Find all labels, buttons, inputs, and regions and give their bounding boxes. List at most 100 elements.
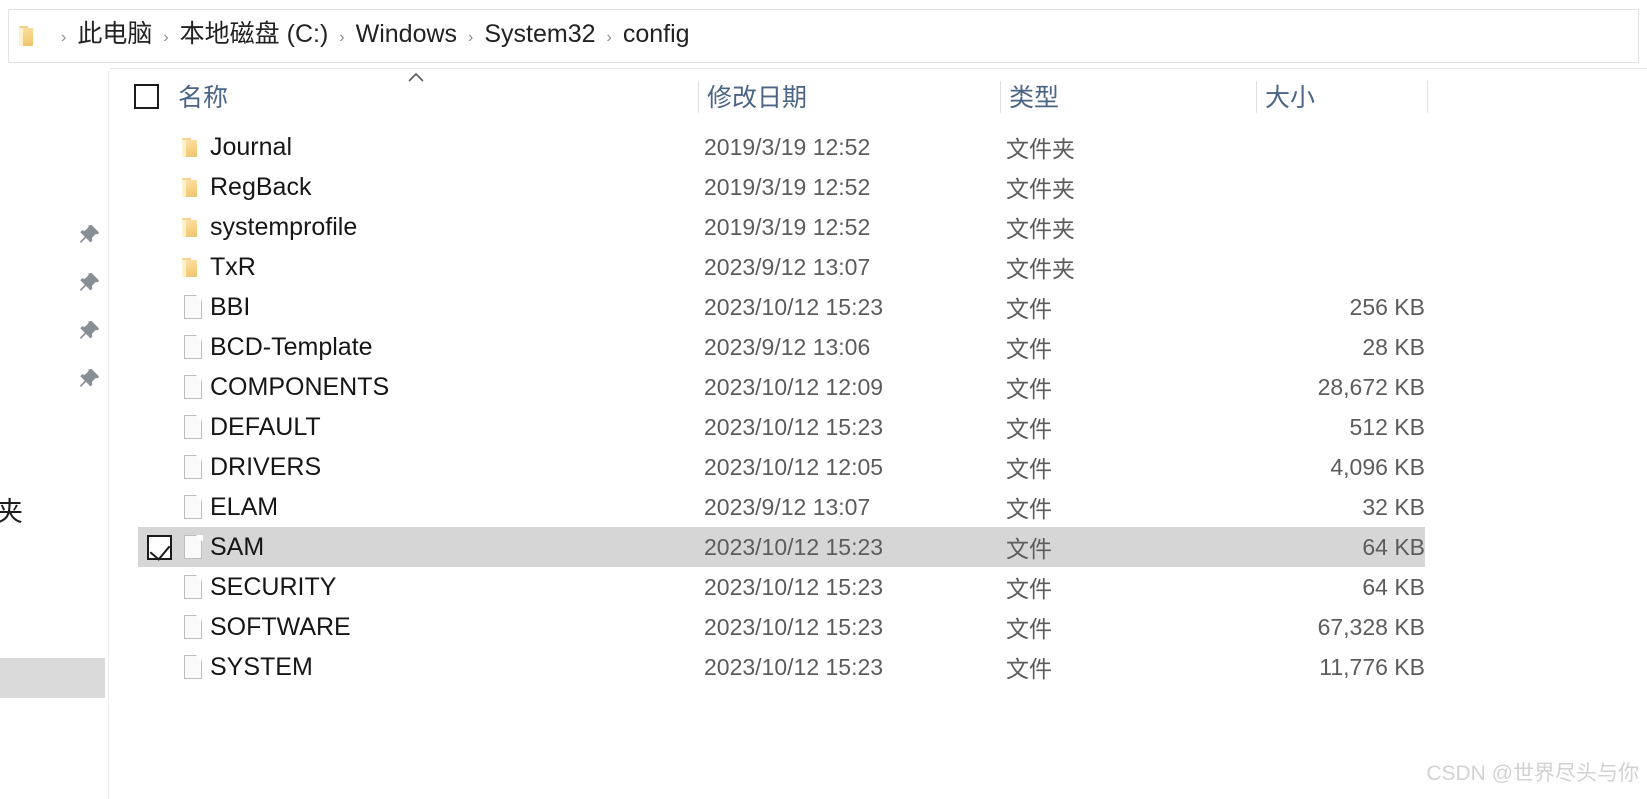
row-date-modified: 2023/10/12 15:23	[704, 573, 884, 600]
column-divider[interactable]	[1427, 81, 1428, 113]
row-name: BCD-Template	[210, 332, 373, 361]
breadcrumb-segment-1[interactable]: 此电脑	[77, 20, 152, 48]
row-name: SYSTEM	[210, 652, 313, 681]
row-size: 67,328 KB	[1317, 613, 1425, 640]
row-icon-cell	[178, 207, 208, 247]
row-icon-cell	[178, 287, 208, 327]
file-icon	[182, 494, 204, 520]
row-icon-cell	[178, 527, 208, 567]
breadcrumb-segment-5[interactable]: config	[623, 20, 690, 48]
row-date-modified: 2023/10/12 12:05	[704, 453, 884, 480]
column-header-date-modified[interactable]: 修改日期	[707, 69, 807, 123]
file-icon	[182, 534, 204, 560]
table-row[interactable]: SOFTWARE 2023/10/12 15:23 文件 67,328 KB	[110, 607, 1647, 647]
watermark: CSDN @世界尽头与你	[1426, 762, 1639, 785]
file-icon	[182, 614, 204, 640]
row-size	[1110, 247, 1425, 287]
row-date-modified: 2023/10/12 12:09	[704, 373, 884, 400]
row-checkbox-cell[interactable]	[144, 527, 174, 567]
row-size: 32 KB	[1362, 493, 1425, 520]
row-type: 文件	[1006, 656, 1052, 682]
row-type: 文件夹	[1006, 256, 1075, 282]
row-icon-cell	[178, 167, 208, 207]
breadcrumb-separator-icon: ›	[339, 29, 345, 46]
row-size: 64 KB	[1362, 573, 1425, 600]
folder-icon	[182, 135, 204, 159]
row-date-modified: 2023/9/12 13:07	[704, 253, 871, 280]
breadcrumb-segment-4[interactable]: System32	[484, 20, 595, 48]
file-icon	[182, 374, 204, 400]
row-name: SOFTWARE	[210, 612, 351, 641]
table-row[interactable]: ELAM 2023/9/12 13:07 文件 32 KB	[110, 487, 1647, 527]
table-row[interactable]: SYSTEM 2023/10/12 15:23 文件 11,776 KB	[110, 647, 1647, 687]
breadcrumb: › 此电脑 › 本地磁盘 (C:) › Windows › System32 › config	[50, 19, 690, 53]
table-row[interactable]: DRIVERS 2023/10/12 12:05 文件 4,096 KB	[110, 447, 1647, 487]
table-row[interactable]: BCD-Template 2023/9/12 13:06 文件 28 KB	[110, 327, 1647, 367]
table-row[interactable]: TxR 2023/9/12 13:07 文件夹	[110, 247, 1647, 287]
column-header-type[interactable]: 类型	[1009, 69, 1059, 123]
row-checkbox[interactable]	[146, 534, 172, 560]
row-type: 文件	[1006, 376, 1052, 402]
table-row[interactable]: SAM 2023/10/12 15:23 文件 64 KB	[110, 527, 1647, 567]
row-type: 文件夹	[1006, 216, 1075, 242]
pin-icon[interactable]	[76, 318, 102, 344]
row-icon-cell	[178, 327, 208, 367]
folder-icon	[182, 255, 204, 279]
column-header-name[interactable]: 名称	[178, 69, 228, 123]
nav-selected-item[interactable]	[0, 658, 105, 698]
row-type: 文件	[1006, 536, 1052, 562]
file-icon	[182, 574, 204, 600]
breadcrumb-segment-2[interactable]: 本地磁盘 (C:)	[180, 20, 329, 48]
column-divider[interactable]	[1256, 81, 1257, 113]
row-name: DEFAULT	[210, 412, 321, 441]
row-name: SECURITY	[210, 572, 337, 601]
row-date-modified: 2023/10/12 15:23	[704, 293, 884, 320]
folder-icon	[182, 175, 204, 199]
folder-icon	[182, 215, 204, 239]
row-type: 文件	[1006, 496, 1052, 522]
row-icon-cell	[178, 487, 208, 527]
table-row[interactable]: DEFAULT 2023/10/12 15:23 文件 512 KB	[110, 407, 1647, 447]
row-size: 28 KB	[1362, 333, 1425, 360]
table-row[interactable]: SECURITY 2023/10/12 15:23 文件 64 KB	[110, 567, 1647, 607]
select-all-checkbox[interactable]	[134, 84, 159, 109]
row-date-modified: 2019/3/19 12:52	[704, 133, 871, 160]
file-icon	[182, 414, 204, 440]
address-bar[interactable]: › 此电脑 › 本地磁盘 (C:) › Windows › System32 › config	[8, 9, 1639, 63]
row-size: 11,776 KB	[1319, 653, 1425, 680]
file-icon	[182, 454, 204, 480]
row-type: 文件	[1006, 616, 1052, 642]
table-row[interactable]: Journal 2019/3/19 12:52 文件夹	[110, 127, 1647, 167]
column-divider[interactable]	[698, 81, 699, 113]
row-type: 文件	[1006, 416, 1052, 442]
nav-divider	[108, 70, 109, 799]
pin-icon[interactable]	[76, 366, 102, 392]
file-icon	[182, 334, 204, 360]
pin-icon[interactable]	[76, 270, 102, 296]
table-row[interactable]: systemprofile 2019/3/19 12:52 文件夹	[110, 207, 1647, 247]
row-date-modified: 2023/10/12 15:23	[704, 653, 884, 680]
breadcrumb-segment-3[interactable]: Windows	[356, 20, 457, 48]
row-name: COMPONENTS	[210, 372, 390, 401]
row-name: RegBack	[210, 172, 312, 201]
row-icon-cell	[178, 567, 208, 607]
row-icon-cell	[178, 367, 208, 407]
folder-icon	[19, 24, 41, 48]
table-row[interactable]: BBI 2023/10/12 15:23 文件 256 KB	[110, 287, 1647, 327]
file-icon	[182, 654, 204, 680]
row-size: 512 KB	[1349, 413, 1425, 440]
column-header-row: 名称 修改日期 类型 大小	[110, 69, 1647, 123]
row-size: 4,096 KB	[1330, 453, 1425, 480]
column-divider[interactable]	[1000, 81, 1001, 113]
pin-icon[interactable]	[76, 222, 102, 248]
row-icon-cell	[178, 647, 208, 687]
table-row[interactable]: COMPONENTS 2023/10/12 12:09 文件 28,672 KB	[110, 367, 1647, 407]
breadcrumb-separator-icon: ›	[606, 29, 612, 46]
row-icon-cell	[178, 247, 208, 287]
file-icon	[182, 294, 204, 320]
breadcrumb-separator-icon: ›	[61, 29, 67, 46]
row-name: Journal	[210, 132, 292, 161]
table-row[interactable]: RegBack 2019/3/19 12:52 文件夹	[110, 167, 1647, 207]
row-type: 文件	[1006, 296, 1052, 322]
column-header-size[interactable]: 大小	[1265, 69, 1315, 123]
